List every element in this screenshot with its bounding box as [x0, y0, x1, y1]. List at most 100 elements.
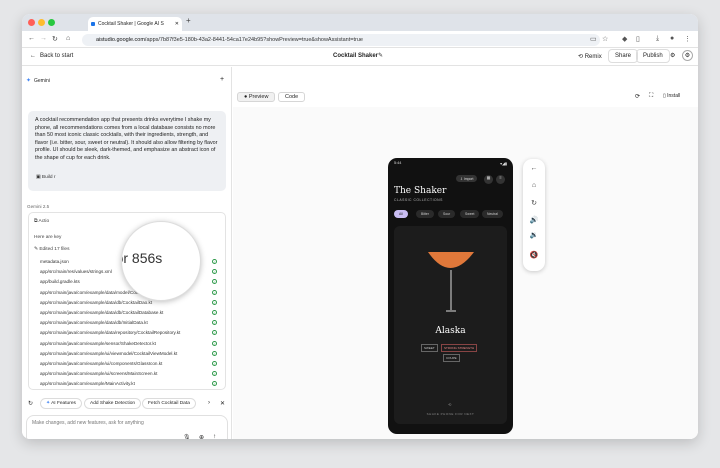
back-arrow-icon[interactable]: ←: [30, 53, 36, 59]
summary-text: Here are key: [34, 235, 62, 240]
back-to-start-link[interactable]: Back to start: [40, 53, 73, 59]
phone-preview: 5:44 ▾◢▮ The Shaker CLASSIC COLLECTIONS …: [388, 158, 513, 434]
tag-sweet: SWEET: [421, 344, 438, 352]
attach-icon[interactable]: ⊕: [199, 434, 204, 439]
filter-chip[interactable]: Sweet: [460, 210, 480, 218]
chip-ai-features[interactable]: ✦ AI Features: [40, 398, 82, 409]
edited-file[interactable]: app/build.gradle.kts: [40, 279, 80, 284]
rotate-icon[interactable]: ⟳: [635, 93, 640, 100]
maximize-window-button[interactable]: [48, 19, 55, 26]
filter-chip[interactable]: Sour: [438, 210, 456, 218]
grid-icon[interactable]: ▦: [484, 175, 493, 184]
download-icon[interactable]: ⤓: [656, 35, 659, 43]
settings-gear-icon[interactable]: ⚙: [670, 52, 675, 59]
reload-icon[interactable]: ↻: [52, 35, 58, 43]
chat-input-placeholder: Make changes, add new features, ask for …: [32, 420, 144, 426]
drink-card: Alaska SWEET STRONG STRENGTH COUPE ⟲ SHA…: [394, 226, 507, 424]
more-icon[interactable]: ≡: [496, 175, 505, 184]
tab-preview[interactable]: ● Preview: [237, 92, 276, 102]
check-icon: ✓: [212, 350, 217, 356]
add-icon[interactable]: +: [220, 76, 224, 83]
filter-chip[interactable]: Bitter: [416, 210, 434, 218]
edited-files-toggle[interactable]: ✎ Edited 17 files: [34, 247, 70, 252]
model-label: Gemini: [34, 78, 50, 84]
tab-bar: Cocktail Shaker | Google AI S ✕ +: [22, 14, 698, 31]
check-icon: ✓: [212, 310, 217, 315]
rotate-device-icon[interactable]: ↻: [523, 199, 545, 207]
edited-file[interactable]: metadata.json: [40, 259, 69, 264]
actions-label[interactable]: ⧉ Actio: [34, 218, 49, 224]
check-icon: ✓: [212, 361, 217, 366]
emulator-controls: ← ⌂ ↻ 🔊 🔉 🔇: [523, 159, 545, 271]
fullscreen-icon[interactable]: ⛶: [649, 93, 653, 100]
status-time: 5:44: [394, 161, 402, 165]
extension-icon[interactable]: ◆: [622, 35, 627, 43]
preview-panel: ● Preview Code ⟳ ⛶ ▯ Install 5:44 ▾◢▮ Th…: [233, 67, 698, 439]
send-icon[interactable]: ↑: [213, 434, 216, 439]
minimize-window-button[interactable]: [38, 19, 45, 26]
mute-icon[interactable]: 🔇: [523, 251, 545, 259]
shake-icon: ⟲: [448, 402, 452, 407]
google-favicon-icon: [91, 22, 95, 26]
edited-file[interactable]: app/src/main/java/com/example/data/db/Co…: [40, 300, 152, 305]
publish-button[interactable]: Publish: [636, 49, 670, 63]
tag-glass: COUPE: [443, 354, 460, 362]
tab-code[interactable]: Code: [278, 92, 306, 102]
url-field[interactable]: aistudio.google.com/apps/7b87f3e5-180b-4…: [82, 34, 600, 46]
cast-icon[interactable]: ▭: [590, 35, 597, 43]
new-tab-icon[interactable]: +: [186, 16, 191, 25]
check-icon: ✓: [212, 259, 217, 264]
home-icon[interactable]: ⌂: [523, 182, 545, 189]
browser-tab[interactable]: Cocktail Shaker | Google AI S ✕: [88, 17, 182, 31]
edited-file[interactable]: app/src/main/java/com/example/data/repos…: [40, 330, 180, 335]
sidepanel-icon[interactable]: ▯: [636, 35, 640, 43]
menu-dots-icon[interactable]: ⋮: [684, 35, 691, 43]
gemini-response-label: Gemini 2.5: [27, 204, 50, 209]
edited-file[interactable]: app/src/main/res/values/strings.xml: [40, 269, 112, 274]
edited-file[interactable]: app/src/main/java/com/example/ui/screens…: [40, 371, 157, 376]
gemini-spark-icon: ✦: [26, 78, 32, 84]
chip-fetch-data[interactable]: Fetch Cocktail Data: [142, 398, 196, 409]
edited-file[interactable]: app/src/main/java/com/example/data/db/Co…: [40, 310, 163, 315]
import-button[interactable]: ⇩ Import: [456, 175, 478, 182]
edited-file[interactable]: app/src/main/java/com/example/MainActivi…: [40, 381, 135, 386]
check-icon: ✓: [212, 340, 217, 346]
microphone-icon[interactable]: 🎙: [183, 434, 191, 439]
magnifier-overlay: n for 856s: [121, 221, 201, 301]
device-canvas: 5:44 ▾◢▮ The Shaker CLASSIC COLLECTIONS …: [233, 107, 698, 439]
refresh-suggestions-icon[interactable]: ↻: [28, 400, 33, 407]
edited-file[interactable]: app/src/main/java/com/example/ui/viewmod…: [40, 351, 177, 356]
volume-up-icon[interactable]: 🔊: [523, 216, 545, 224]
bookmark-star-icon[interactable]: ☆: [602, 35, 608, 43]
profile-avatar-icon[interactable]: ●: [670, 35, 674, 42]
edit-pencil-icon[interactable]: ✎: [378, 52, 383, 59]
shake-hint: SHAKE PHONE FOR NEXT: [426, 412, 475, 416]
build-chip[interactable]: ▣ Build r: [36, 175, 55, 180]
user-prompt: A cocktail recommendation app that prese…: [28, 111, 226, 191]
chat-panel: ✦ Gemini + A cocktail recommendation app…: [22, 67, 232, 439]
chevron-right-icon[interactable]: ›: [208, 400, 210, 406]
volume-down-icon[interactable]: 🔉: [523, 231, 545, 239]
edited-file[interactable]: app/src/main/java/com/example/data/db/In…: [40, 320, 148, 325]
edited-file[interactable]: app/src/main/java/com/example/ui/compone…: [40, 361, 162, 366]
browser-window: Cocktail Shaker | Google AI S ✕ + ← → ↻ ⌂…: [22, 14, 698, 439]
filter-chip[interactable]: Neutral: [482, 210, 503, 218]
close-window-button[interactable]: [28, 19, 35, 26]
chat-input[interactable]: Make changes, add new features, ask for …: [26, 415, 228, 439]
chip-add-shake[interactable]: Add Shake Detection: [84, 398, 142, 409]
close-icon[interactable]: ✕: [220, 400, 225, 407]
forward-arrow-icon[interactable]: →: [40, 35, 47, 42]
home-icon[interactable]: ⌂: [66, 35, 70, 42]
close-tab-icon[interactable]: ✕: [175, 17, 179, 31]
filter-chip[interactable]: All: [394, 210, 408, 218]
app-header: ← Back to start Cocktail Shaker ✎ ⟲ Remi…: [22, 48, 698, 66]
share-button[interactable]: Share: [608, 49, 639, 63]
app-title: The Shaker: [394, 186, 447, 196]
settings-active-icon[interactable]: ⚙: [682, 50, 693, 61]
remix-button[interactable]: ⟲ Remix: [578, 53, 602, 60]
check-icon: ✓: [212, 289, 217, 295]
install-button[interactable]: ▯ Install: [663, 93, 680, 99]
edited-file[interactable]: app/src/main/java/com/example/sensor/Sha…: [40, 341, 156, 346]
back-icon[interactable]: ←: [523, 165, 545, 172]
back-arrow-icon[interactable]: ←: [28, 35, 35, 42]
